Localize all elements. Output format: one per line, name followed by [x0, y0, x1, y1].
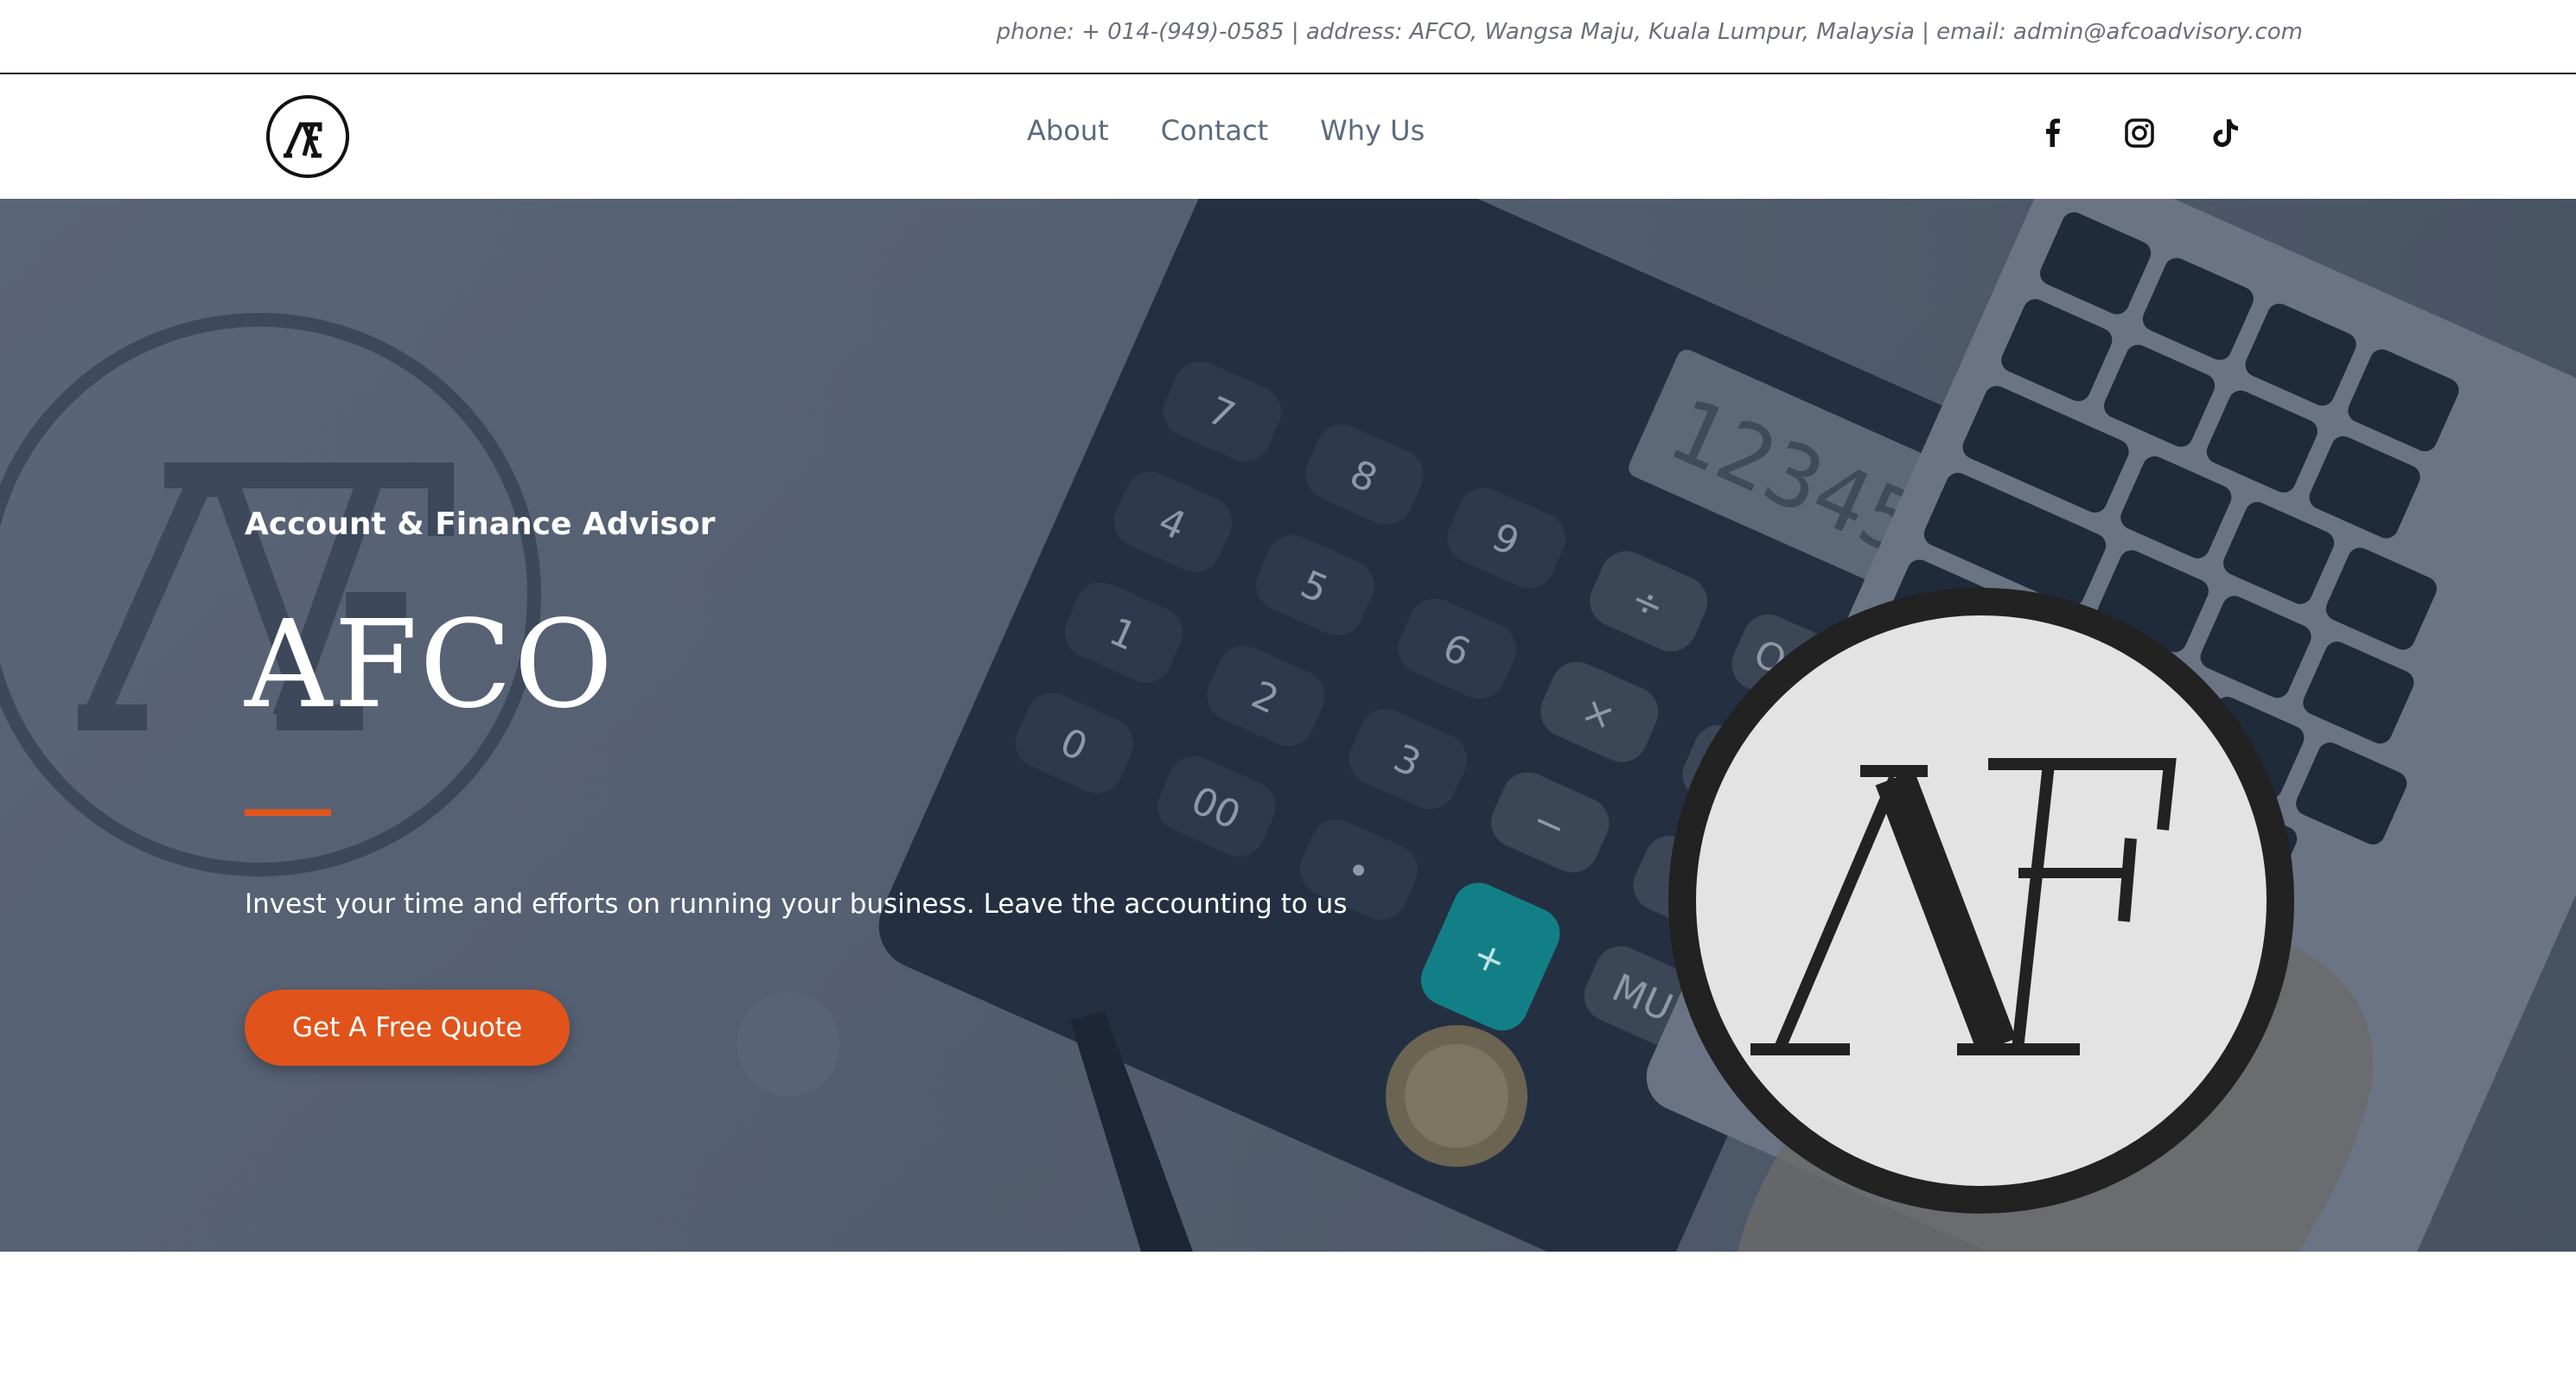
hero-subtitle: Account & Finance Advisor	[245, 507, 716, 542]
tiktok-icon	[2213, 119, 2238, 147]
contact-info-text: phone: + 014-(949)-0585 | address: AFCO,…	[996, 19, 2303, 45]
af-monogram-icon	[284, 122, 322, 158]
facebook-icon	[2046, 118, 2060, 147]
nav-about[interactable]: About	[1027, 114, 1109, 147]
top-info-bar: phone: + 014-(949)-0585 | address: AFCO,…	[0, 0, 2576, 74]
facebook-link[interactable]	[2036, 116, 2070, 150]
nav-why-us[interactable]: Why Us	[1320, 114, 1425, 147]
hero-content: Account & Finance Advisor AFCO Invest yo…	[245, 199, 1541, 1252]
site-header: About Contact Why Us	[0, 76, 2576, 199]
af-emblem-logo	[1668, 588, 2294, 1214]
instagram-link[interactable]	[2122, 116, 2157, 150]
hero-title: AFCO	[245, 595, 615, 736]
main-nav: About Contact Why Us	[1027, 114, 1425, 147]
hero-tagline: Invest your time and efforts on running …	[245, 889, 1348, 920]
get-free-quote-button[interactable]: Get A Free Quote	[245, 990, 570, 1066]
instagram-icon	[2125, 118, 2154, 148]
tiktok-link[interactable]	[2209, 116, 2243, 150]
site-logo[interactable]	[266, 95, 349, 178]
accent-divider	[245, 809, 331, 816]
hero-section: 12345 7 8 9 ÷ OFF 4 5 6 × ▶ 1 2 3 − % 0 …	[0, 199, 2576, 1252]
nav-contact[interactable]: Contact	[1161, 114, 1269, 147]
